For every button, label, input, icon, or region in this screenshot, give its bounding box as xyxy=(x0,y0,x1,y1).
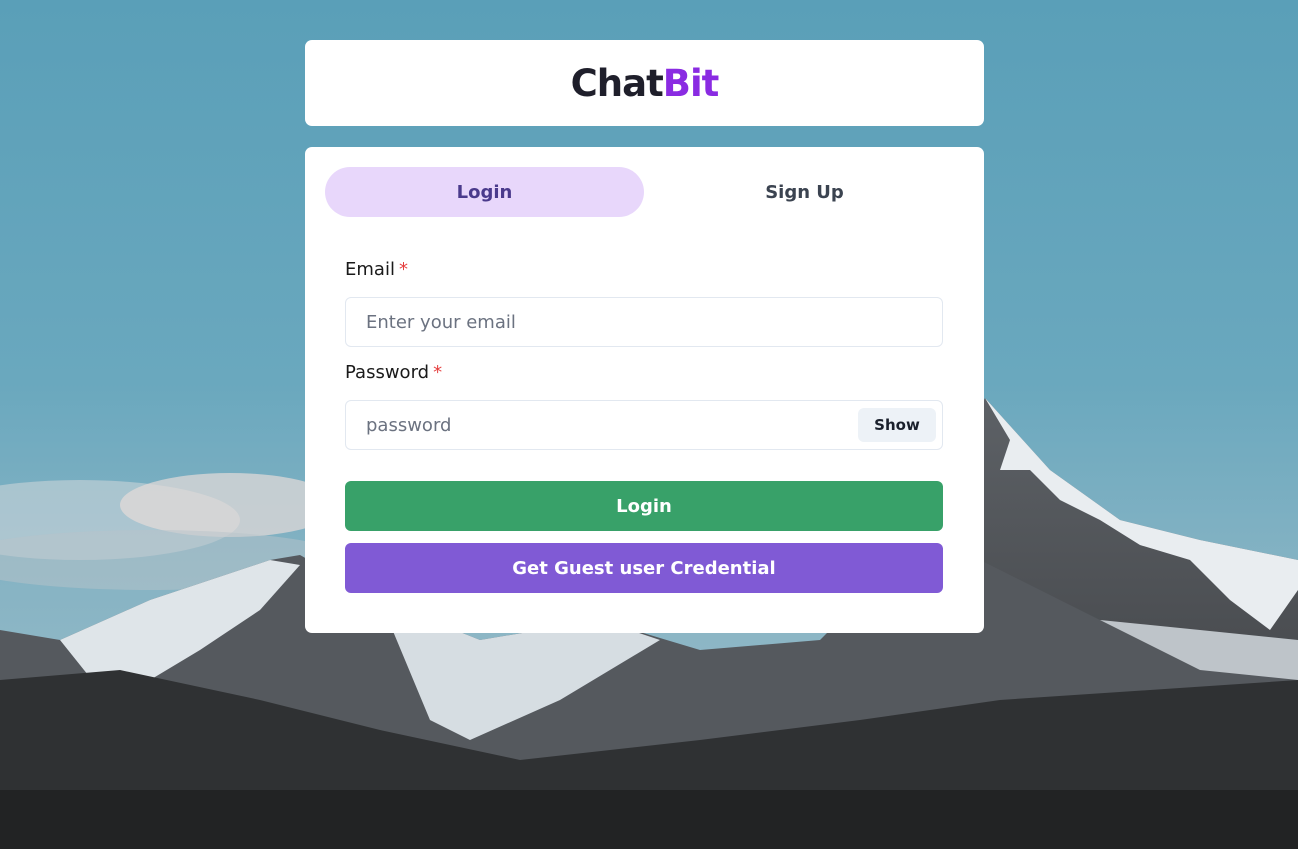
email-label-text: Email xyxy=(345,259,395,280)
show-password-button[interactable]: Show xyxy=(858,408,936,442)
brand-header: Chat Bit xyxy=(305,40,984,126)
email-field[interactable] xyxy=(366,298,836,346)
brand-name-part1: Chat xyxy=(570,61,664,105)
login-button[interactable]: Login xyxy=(345,481,943,531)
email-field-container xyxy=(345,297,943,347)
password-label-text: Password xyxy=(345,362,430,383)
auth-card: Login Sign Up Email* Password* Show Logi… xyxy=(305,147,984,633)
email-label: Email * xyxy=(345,259,408,280)
password-label: Password * xyxy=(345,362,442,383)
guest-credential-button[interactable]: Get Guest user Credential xyxy=(345,543,943,593)
email-required-mark: * xyxy=(398,259,408,280)
tab-login[interactable]: Login xyxy=(325,167,644,217)
password-required-mark: * xyxy=(433,362,443,383)
tab-signup[interactable]: Sign Up xyxy=(645,167,964,217)
brand-name-part2: Bit xyxy=(662,61,720,105)
password-field-container: Show xyxy=(345,400,943,450)
password-field[interactable] xyxy=(366,401,836,449)
